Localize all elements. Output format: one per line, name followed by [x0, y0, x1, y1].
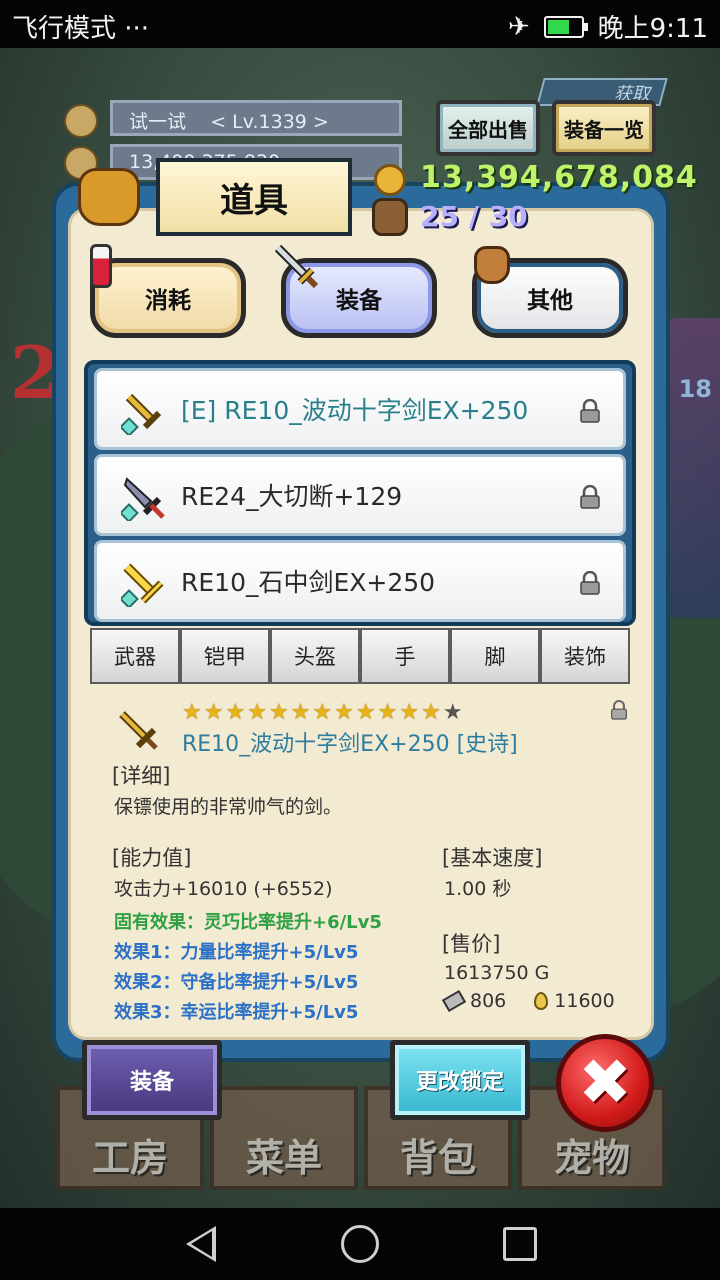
price-heading: [售价]: [442, 932, 501, 956]
star-icon: ★: [421, 700, 441, 725]
lock-icon[interactable]: [579, 571, 601, 595]
item-name: RE24_大切断+129: [181, 482, 403, 511]
equipment-list-button[interactable]: 装备一览: [552, 100, 656, 156]
speed-heading: [基本速度]: [442, 846, 543, 870]
list-item[interactable]: RE10_石中剑EX+250: [94, 540, 626, 622]
star-icon: ★: [334, 700, 354, 725]
stone-icon: [441, 989, 467, 1013]
tab-consumables[interactable]: 消耗: [90, 258, 246, 338]
star-icon: ★: [225, 700, 246, 725]
avatar: [64, 104, 98, 138]
clock: 晚上9:11: [597, 14, 708, 44]
item-list: [E] RE10_波动十字剑EX+250 RE24_大切断+129 RE10_石…: [84, 360, 636, 626]
player-name: 试一试: [129, 111, 187, 133]
potion-icon: [90, 244, 112, 288]
effect-2: 效果2：守备比率提升+5/Lv5: [114, 972, 359, 993]
detail-item-title: RE10_波动十字剑EX+250 [史诗]: [182, 732, 518, 757]
panel-title: 道具: [156, 158, 352, 236]
golden-sword-icon: [121, 563, 164, 607]
lock-icon[interactable]: [579, 485, 601, 509]
battery-icon: [543, 15, 588, 38]
detail-lock-icon[interactable]: [610, 700, 628, 720]
close-button[interactable]: ✖: [556, 1034, 654, 1132]
lock-icon[interactable]: [579, 399, 601, 423]
airplane-icon: ✈: [507, 11, 530, 42]
sell-all-button[interactable]: 全部出售: [436, 100, 540, 156]
star-icon: ★: [290, 700, 311, 725]
detail-description: 保镖使用的非常帅气的剑。: [114, 796, 343, 818]
tab-accessory[interactable]: 装饰: [540, 628, 630, 684]
star-icon: ★: [268, 700, 289, 725]
tab-helmet[interactable]: 头盔: [270, 628, 360, 684]
sword-icon: [274, 244, 319, 289]
effect-3: 效果3：幸运比率提升+5/Lv5: [114, 1002, 359, 1023]
tab-hand[interactable]: 手: [360, 628, 450, 684]
system-nav-bar: [0, 1208, 720, 1280]
star-icon: ★: [247, 700, 267, 725]
equip-button[interactable]: 装备: [82, 1040, 222, 1120]
bag-icon: [78, 168, 140, 226]
close-icon: ✖: [578, 1046, 632, 1120]
list-item[interactable]: [E] RE10_波动十字剑EX+250: [94, 368, 626, 450]
recent-apps-icon[interactable]: [503, 1227, 537, 1261]
star-icon: ★: [182, 700, 202, 725]
status-bar: 飞行模式 ··· ✈ 晚上9:11: [0, 0, 720, 48]
stats-heading: [能力值]: [112, 846, 192, 870]
star-icon: ★: [377, 700, 398, 725]
change-lock-button[interactable]: 更改锁定: [390, 1040, 530, 1120]
blade-icon: [121, 477, 165, 521]
back-icon[interactable]: [186, 1226, 216, 1262]
item-detail: ★ ★ ★ ★ ★ ★ ★ ★ ★ ★ ★ ★ ★ RE10_波动十字剑EX+250 [史诗] [详细]…: [112, 700, 642, 1030]
home-icon[interactable]: [341, 1225, 379, 1263]
airplane-mode-text: 飞行模式 ···: [12, 14, 150, 44]
tab-weapon[interactable]: 武器: [90, 628, 180, 684]
tab-armor[interactable]: 铠甲: [180, 628, 270, 684]
star-icon: ★: [355, 700, 376, 725]
star-icon: ★: [312, 700, 333, 725]
enemy-level: 18: [678, 375, 712, 403]
detail-sword-icon: [119, 711, 158, 750]
pouch-icon: [474, 246, 510, 284]
inventory-slots: 25 / 30: [420, 200, 528, 233]
backpack-icon: [372, 198, 408, 236]
player-level: < Lv.1339 >: [210, 111, 329, 133]
rarity-stars: ★ ★ ★ ★ ★ ★ ★ ★ ★ ★ ★ ★ ★: [182, 700, 463, 725]
star-icon: ★: [203, 700, 224, 725]
equipment-type-tabs: 武器 铠甲 头盔 手 脚 装饰: [90, 628, 630, 684]
menu-main[interactable]: 菜单: [210, 1086, 358, 1190]
gold-amount: 13,394,678,084: [420, 160, 698, 195]
star-icon: ★: [399, 700, 420, 725]
effect-1: 效果1：力量比率提升+5/Lv5: [114, 942, 359, 963]
stone-amount: 806: [470, 990, 507, 1012]
drop-icon: [534, 992, 549, 1010]
gold-coin-icon: [374, 164, 406, 196]
base-speed: 1.00 秒: [444, 878, 512, 900]
item-name: RE10_石中剑EX+250: [181, 568, 436, 597]
gold-sword-icon: [121, 393, 162, 435]
sell-price: 1613750 G: [444, 962, 550, 984]
detail-heading: [详细]: [112, 764, 171, 788]
list-item[interactable]: RE24_大切断+129: [94, 454, 626, 536]
player-bar: 试一试 < Lv.1339 >: [110, 100, 402, 136]
drop-amount: 11600: [554, 990, 615, 1012]
item-name: [E] RE10_波动十字剑EX+250: [181, 396, 529, 425]
star-icon: ★: [442, 700, 463, 725]
inherent-effect: 固有效果：灵巧比率提升+6/Lv5: [114, 912, 382, 933]
attack-stat: 攻击力+16010 (+6552): [114, 878, 333, 900]
tab-foot[interactable]: 脚: [450, 628, 540, 684]
